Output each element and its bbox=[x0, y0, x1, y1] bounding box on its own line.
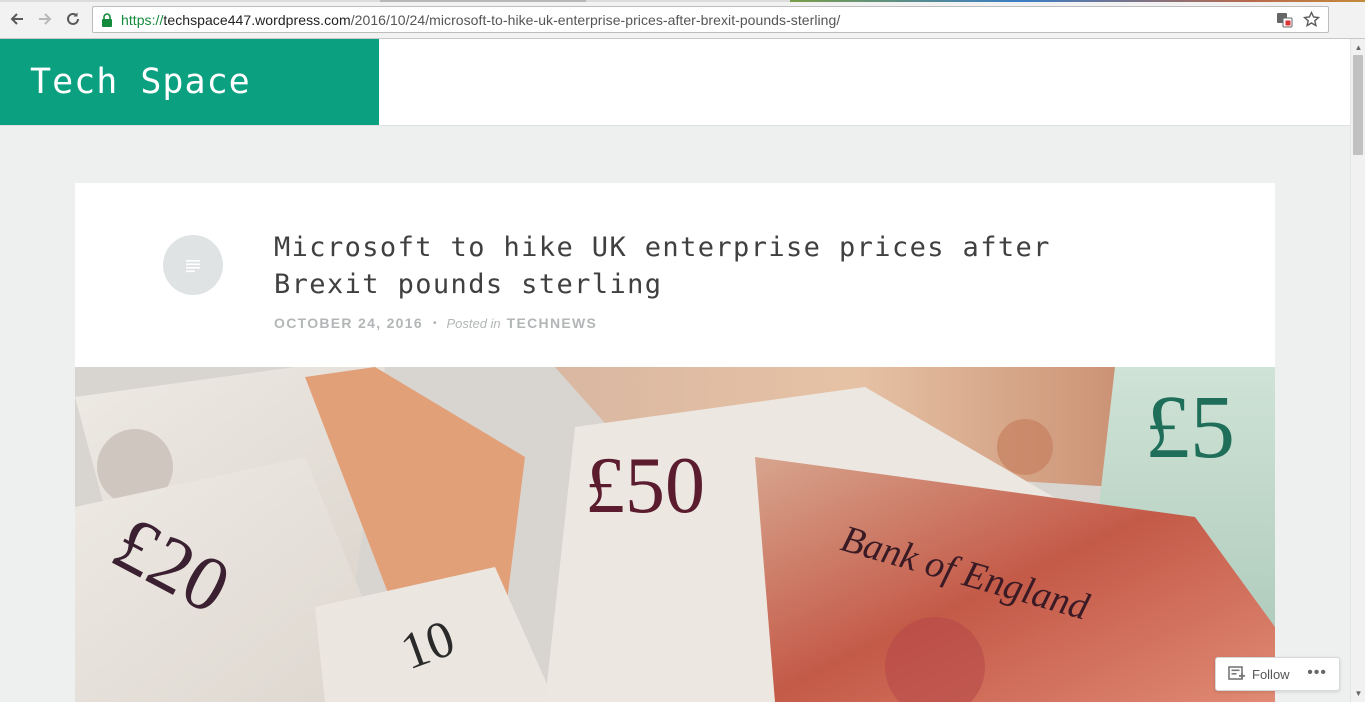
reader-follow-icon bbox=[1228, 666, 1245, 680]
browser-toolbar: https://techspace447.wordpress.com/2016/… bbox=[0, 0, 1365, 39]
lock-icon bbox=[102, 12, 112, 27]
featured-image[interactable]: £5 £20 10 £50 Bank of England bbox=[75, 367, 1275, 702]
svg-text:£50: £50 bbox=[585, 442, 705, 530]
star-bookmark-icon[interactable] bbox=[1303, 11, 1320, 28]
post-title[interactable]: Microsoft to hike UK enterprise prices a… bbox=[274, 229, 1134, 303]
scroll-up-arrow-icon[interactable]: ▲ bbox=[1354, 43, 1363, 52]
forward-arrow-icon[interactable] bbox=[35, 9, 55, 29]
translate-icon[interactable] bbox=[1276, 11, 1293, 28]
site-branding: Tech Space bbox=[0, 39, 379, 125]
back-arrow-icon[interactable] bbox=[7, 9, 27, 29]
post-date[interactable]: October 24, 2016 bbox=[274, 315, 423, 331]
site-header: Tech Space bbox=[0, 39, 1350, 125]
more-options-icon[interactable]: ••• bbox=[1307, 665, 1327, 681]
follow-button[interactable]: Follow bbox=[1216, 665, 1290, 683]
vertical-scrollbar[interactable]: ▲ ▼ bbox=[1350, 39, 1365, 702]
text-lines-icon[interactable] bbox=[163, 235, 223, 295]
posted-in-label: Posted in bbox=[446, 315, 501, 331]
page-viewport: Tech Space Microsoft to hike UK enterpri… bbox=[0, 39, 1350, 702]
url-text: https://techspace447.wordpress.com/2016/… bbox=[121, 11, 841, 28]
scroll-down-arrow-icon[interactable]: ▼ bbox=[1354, 689, 1363, 698]
meta-separator: • bbox=[432, 317, 437, 329]
follow-label: Follow bbox=[1252, 666, 1290, 682]
address-bar[interactable]: https://techspace447.wordpress.com/2016/… bbox=[92, 6, 1329, 33]
site-title-link[interactable]: Tech Space bbox=[30, 62, 251, 102]
follow-widget: Follow ••• bbox=[1215, 657, 1340, 691]
post-category-link[interactable]: Technews bbox=[507, 315, 598, 331]
scrollbar-thumb[interactable] bbox=[1353, 55, 1363, 155]
tab-strip-edge bbox=[0, 0, 1365, 2]
post-meta: October 24, 2016 • Posted in Technews bbox=[274, 315, 597, 331]
svg-text:£5: £5 bbox=[1145, 378, 1235, 477]
reload-icon[interactable] bbox=[63, 9, 83, 29]
